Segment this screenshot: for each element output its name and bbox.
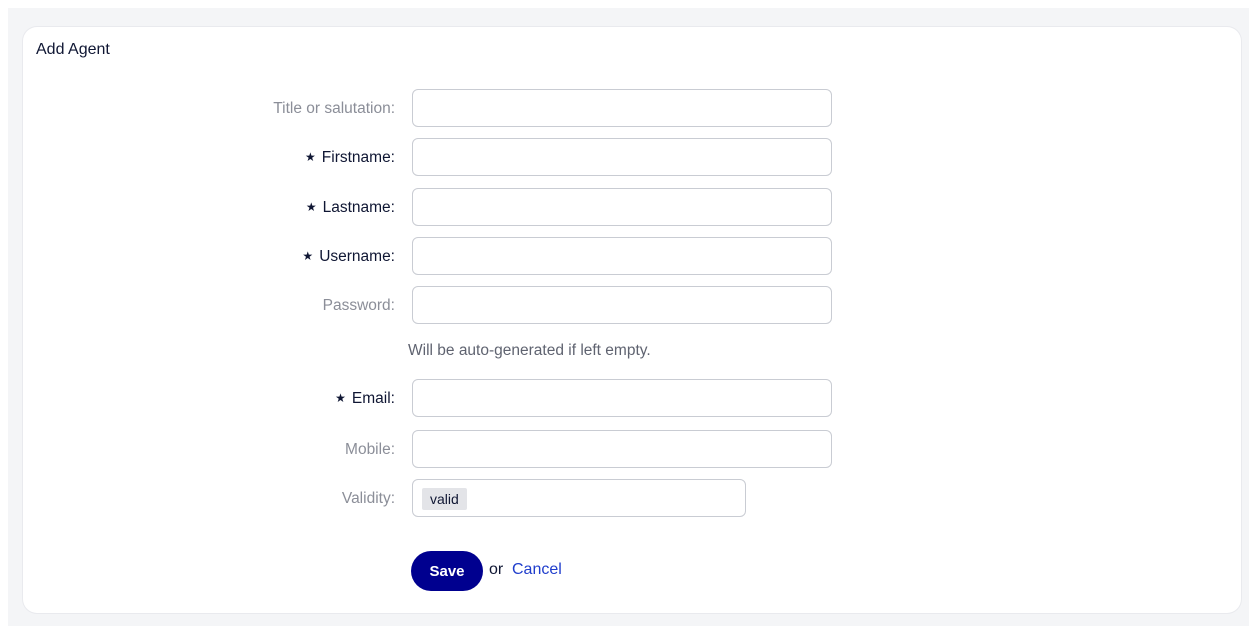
or-text: or <box>489 561 504 578</box>
email-label: ★ Email: <box>335 390 395 408</box>
lastname-input[interactable] <box>412 188 832 226</box>
form-row-email: ★ Email: <box>23 379 1241 419</box>
title-label: Title or salutation: <box>273 100 395 117</box>
validity-selected-value: valid <box>422 488 467 510</box>
firstname-input[interactable] <box>412 138 832 176</box>
card-title: Add Agent <box>36 41 110 58</box>
password-hint: Will be auto-generated if left empty. <box>408 342 651 359</box>
mobile-label: Mobile: <box>345 441 395 458</box>
required-star-icon: ★ <box>335 391 346 405</box>
title-input[interactable] <box>412 89 832 127</box>
form-row-username: ★ Username: <box>23 237 1241 277</box>
username-input[interactable] <box>412 237 832 275</box>
validity-select[interactable]: valid <box>412 479 746 517</box>
username-label-text: Username: <box>319 248 395 265</box>
form-row-firstname: ★ Firstname: <box>23 138 1241 178</box>
email-input[interactable] <box>412 379 832 417</box>
form-row-title: Title or salutation: <box>23 89 1241 129</box>
form-row-validity: Validity: valid <box>23 479 1241 519</box>
mobile-input[interactable] <box>412 430 832 468</box>
password-label: Password: <box>322 297 395 314</box>
cancel-link[interactable]: Cancel <box>512 561 562 579</box>
lastname-label-text: Lastname: <box>322 199 395 216</box>
password-input[interactable] <box>412 286 832 324</box>
username-label: ★ Username: <box>302 248 395 266</box>
form-row-password: Password: <box>23 286 1241 326</box>
email-label-text: Email: <box>351 390 395 407</box>
firstname-label-text: Firstname: <box>321 149 395 166</box>
form-row-lastname: ★ Lastname: <box>23 188 1241 228</box>
firstname-label: ★ Firstname: <box>305 149 395 167</box>
lastname-label: ★ Lastname: <box>306 199 395 217</box>
add-agent-card: Add Agent Title or salutation: ★ Firstnam… <box>23 27 1241 613</box>
required-star-icon: ★ <box>305 150 316 164</box>
form-row-mobile: Mobile: <box>23 430 1241 470</box>
required-star-icon: ★ <box>305 200 317 214</box>
save-button[interactable]: Save <box>411 551 483 591</box>
required-star-icon: ★ <box>302 249 314 263</box>
validity-label: Validity: <box>341 490 395 507</box>
